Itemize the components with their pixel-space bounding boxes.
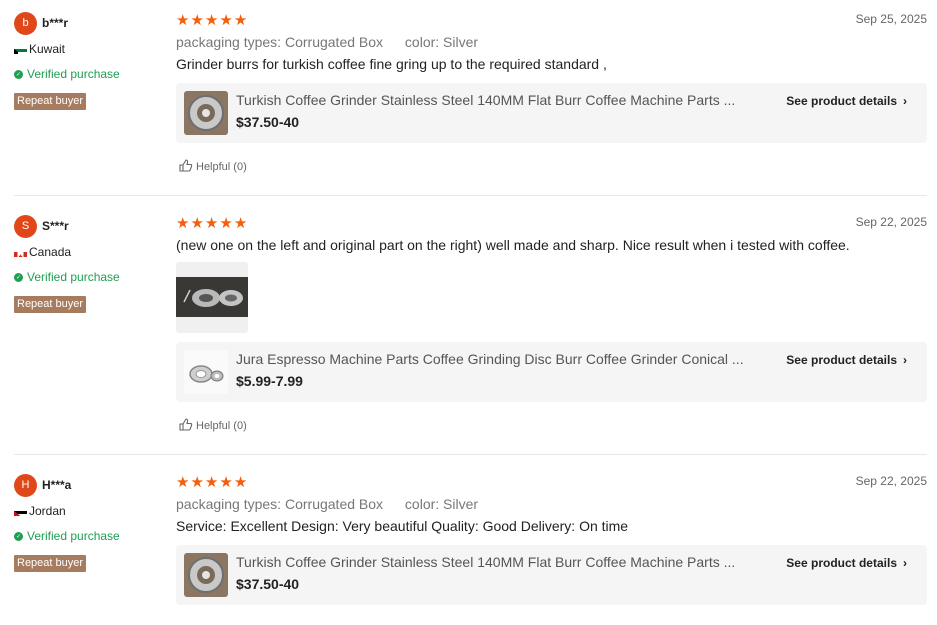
product-card[interactable]: Turkish Coffee Grinder Stainless Steel 1…	[176, 83, 927, 143]
product-card[interactable]: Jura Espresso Machine Parts Coffee Grind…	[176, 342, 927, 402]
reviewer-info: S S***r Canada ✓ Verified purchase Repea…	[14, 214, 164, 313]
review-divider	[14, 454, 927, 455]
review-text: Service: Excellent Design: Very beautifu…	[176, 518, 629, 534]
star-icon: ★	[176, 214, 190, 232]
star-icon: ★	[204, 11, 219, 29]
review-date: Sep 25, 2025	[855, 12, 927, 26]
helpful-button[interactable]: Helpful (0)	[179, 159, 247, 175]
product-title[interactable]: Turkish Coffee Grinder Stainless Steel 1…	[236, 554, 766, 570]
review-photo[interactable]	[176, 262, 248, 333]
star-icon: ★	[190, 11, 204, 29]
see-product-details-label: See product details	[786, 353, 897, 367]
star-icon: ★	[176, 473, 190, 491]
avatar: S	[14, 214, 37, 238]
star-icon: ★	[176, 11, 190, 29]
sku-attributes: packaging types: Corrugated Box color: S…	[176, 494, 927, 514]
product-thumbnail[interactable]	[184, 350, 228, 394]
star-rating: ★ ★ ★ ★ ★	[176, 12, 927, 28]
product-title[interactable]: Jura Espresso Machine Parts Coffee Grind…	[236, 351, 766, 367]
chevron-right-icon: ›	[903, 353, 907, 367]
review-date: Sep 22, 2025	[855, 215, 927, 229]
star-icon: ★	[190, 473, 204, 491]
kuwait-flag-icon	[14, 45, 27, 54]
canada-flag-icon	[14, 248, 27, 257]
star-icon: ★	[233, 11, 248, 29]
star-rating: ★ ★ ★ ★ ★	[176, 474, 927, 490]
repeat-buyer-badge: Repeat buyer	[14, 93, 87, 110]
attr-value: Corrugated Box	[284, 496, 384, 512]
product-title[interactable]: Turkish Coffee Grinder Stainless Steel 1…	[236, 92, 766, 108]
check-circle-icon: ✓	[14, 272, 23, 282]
chevron-right-icon: ›	[903, 94, 907, 108]
product-price: $37.50-40	[236, 576, 300, 592]
reviewer-country: Jordan	[29, 504, 66, 518]
see-product-details-link[interactable]: See product details ›	[786, 94, 907, 108]
product-thumbnail[interactable]	[184, 553, 228, 597]
star-icon: ★	[233, 473, 248, 491]
jordan-flag-icon	[14, 507, 27, 516]
product-thumbnail[interactable]	[184, 91, 228, 135]
attr-key: packaging types:	[176, 34, 282, 50]
reviewer-name: H***a	[42, 478, 72, 492]
reviewer-info: b b***r Kuwait ✓ Verified purchase Repea…	[14, 11, 164, 110]
helpful-label: Helpful (0)	[196, 161, 247, 173]
attr-value: Silver	[443, 496, 479, 512]
review-divider	[14, 195, 927, 196]
reviewer-name: b***r	[42, 16, 69, 30]
avatar: b	[14, 11, 37, 35]
check-circle-icon: ✓	[14, 69, 23, 79]
product-price: $37.50-40	[236, 114, 300, 130]
star-icon: ★	[204, 473, 219, 491]
reviewer-country: Kuwait	[29, 42, 66, 56]
reviewer-name: S***r	[42, 219, 69, 233]
review-content: ★ ★ ★ ★ ★ Sep 22, 2025 packaging types: Corr…	[176, 474, 927, 605]
verified-purchase-label: Verified purchase	[27, 67, 120, 81]
product-card[interactable]: Turkish Coffee Grinder Stainless Steel 1…	[176, 545, 927, 605]
see-product-details-label: See product details	[786, 556, 897, 570]
review-content: ★ ★ ★ ★ ★ Sep 25, 2025 packaging types: Corr…	[176, 12, 927, 173]
star-icon: ★	[219, 11, 233, 29]
verified-purchase-label: Verified purchase	[27, 529, 120, 543]
thumbs-up-icon	[179, 159, 193, 175]
review-text: Grinder burrs for turkish coffee fine gr…	[176, 56, 607, 72]
star-icon: ★	[190, 214, 204, 232]
see-product-details-link[interactable]: See product details ›	[786, 556, 907, 570]
attr-value: Silver	[443, 34, 479, 50]
repeat-buyer-badge: Repeat buyer	[14, 296, 87, 313]
helpful-label: Helpful (0)	[196, 420, 247, 432]
star-icon: ★	[219, 473, 233, 491]
review-content: ★ ★ ★ ★ ★ Sep 22, 2025 (new one on the left …	[176, 215, 927, 432]
star-icon: ★	[233, 214, 248, 232]
attr-key: packaging types:	[176, 496, 282, 512]
star-icon: ★	[219, 214, 233, 232]
attr-key: color:	[404, 496, 440, 512]
repeat-buyer-badge: Repeat buyer	[14, 555, 87, 572]
avatar: H	[14, 473, 37, 497]
review-date: Sep 22, 2025	[855, 474, 927, 488]
see-product-details-link[interactable]: See product details ›	[786, 353, 907, 367]
attr-key: color:	[404, 34, 440, 50]
star-rating: ★ ★ ★ ★ ★	[176, 215, 927, 231]
review-text: (new one on the left and original part o…	[176, 237, 850, 253]
sku-attributes: packaging types: Corrugated Box color: S…	[176, 32, 927, 52]
check-circle-icon: ✓	[14, 531, 23, 541]
reviewer-info: H H***a Jordan ✓ Verified purchase Repea…	[14, 473, 164, 572]
star-icon: ★	[204, 214, 219, 232]
attr-value: Corrugated Box	[284, 34, 384, 50]
reviewer-country: Canada	[29, 245, 72, 259]
verified-purchase-label: Verified purchase	[27, 270, 120, 284]
chevron-right-icon: ›	[903, 556, 907, 570]
product-price: $5.99-7.99	[236, 373, 303, 389]
helpful-button[interactable]: Helpful (0)	[179, 418, 247, 434]
see-product-details-label: See product details	[786, 94, 897, 108]
thumbs-up-icon	[179, 418, 193, 434]
